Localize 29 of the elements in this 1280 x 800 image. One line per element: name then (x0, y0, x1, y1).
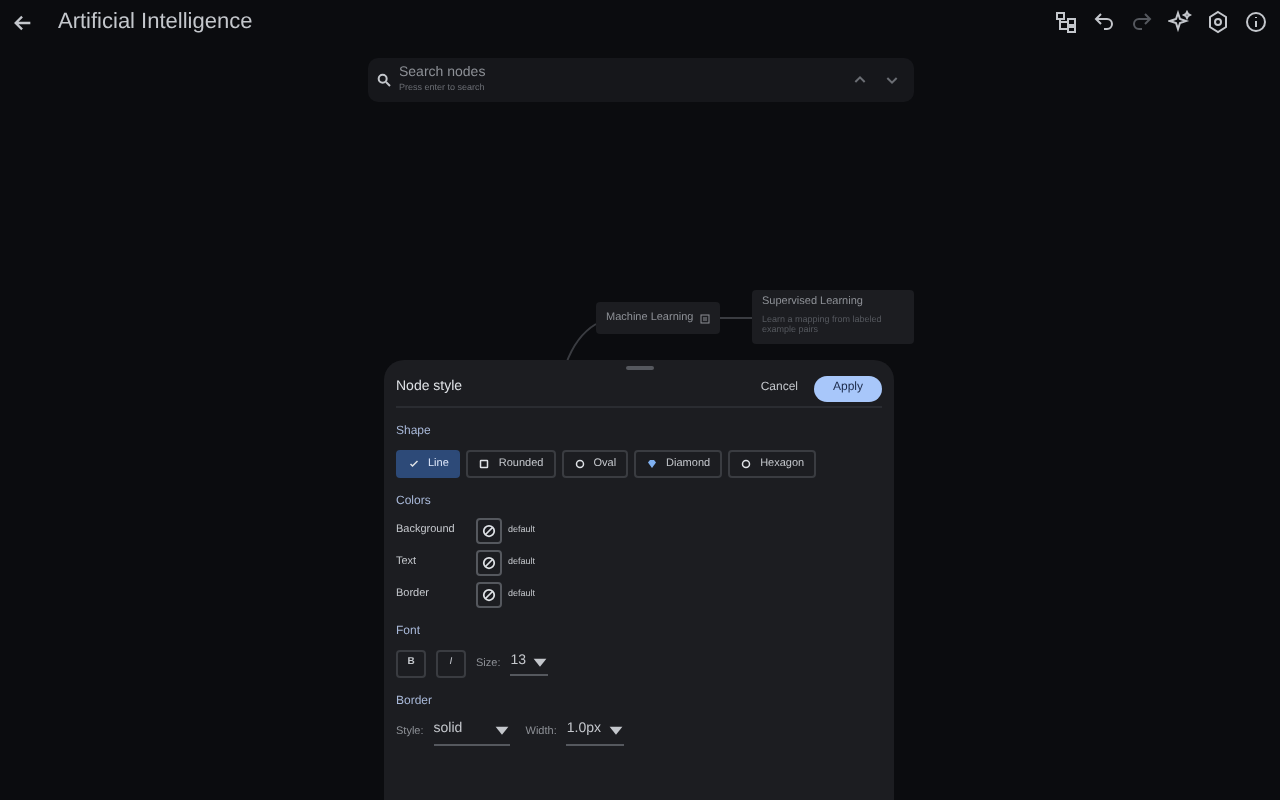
info-icon[interactable] (1244, 10, 1268, 34)
color-swatch-button[interactable] (476, 582, 502, 608)
square-icon (478, 458, 491, 470)
caret-icon (532, 654, 549, 670)
chevron-down-icon[interactable] (883, 72, 899, 88)
color-swatch-button[interactable] (476, 550, 502, 576)
circle-icon (740, 458, 753, 470)
color-swatch-button[interactable] (476, 518, 502, 544)
note-icon (699, 313, 710, 323)
no-color-icon (482, 556, 496, 570)
settings-icon[interactable] (1206, 10, 1230, 34)
no-color-icon (482, 524, 496, 538)
tree-icon[interactable] (1054, 10, 1078, 34)
circle-icon (573, 458, 586, 470)
redo-icon[interactable] (1130, 10, 1154, 34)
diamond-icon (646, 458, 659, 470)
search-icon (375, 72, 391, 88)
connector-line (715, 317, 753, 319)
caret-icon (493, 722, 510, 739)
caret-icon (608, 722, 625, 739)
sparkle-icon[interactable] (1168, 10, 1192, 34)
connector-line (565, 323, 597, 365)
app-title: Artificial Intelligence (58, 7, 253, 38)
drag-handle[interactable] (625, 366, 653, 370)
undo-icon[interactable] (1092, 10, 1116, 34)
check-icon (408, 458, 420, 470)
no-color-icon (482, 588, 496, 602)
back-arrow-icon[interactable] (12, 11, 34, 33)
chevron-up-icon[interactable] (851, 72, 867, 88)
